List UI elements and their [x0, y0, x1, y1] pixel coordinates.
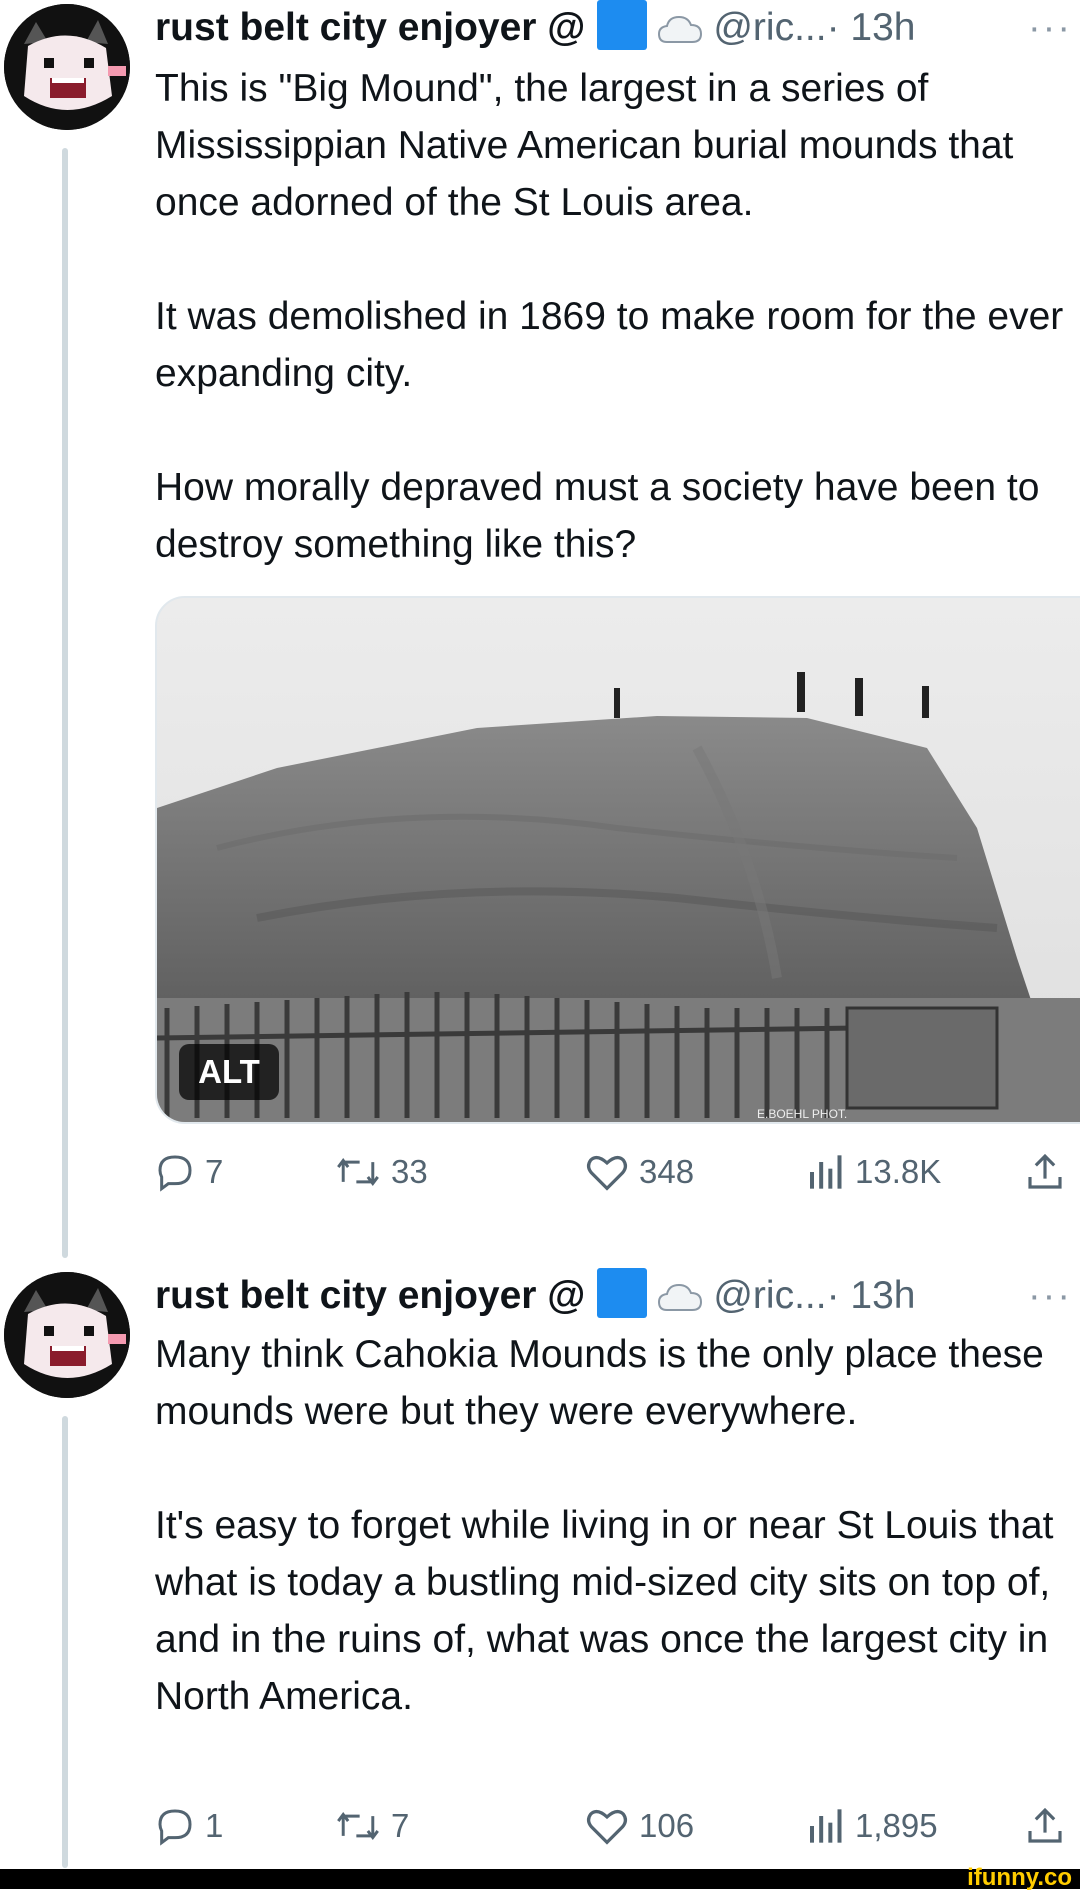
views-icon — [810, 1809, 842, 1843]
cloud-icon — [657, 6, 703, 62]
share-button[interactable] — [1025, 1142, 1065, 1202]
watermark-bar — [0, 1869, 1080, 1889]
view-count: 1,895 — [855, 1807, 938, 1844]
repost-button[interactable]: 33 — [335, 1142, 428, 1202]
tweet-text: This is "Big Mound", the largest in a se… — [155, 60, 1065, 573]
tweet-paragraph: It's easy to forget while living in or n… — [155, 1504, 1054, 1718]
thread-line — [62, 148, 68, 1258]
repost-icon — [337, 1812, 379, 1840]
more-options-icon[interactable]: ··· — [1028, 0, 1072, 56]
views-button[interactable]: 13.8K — [805, 1142, 941, 1202]
blue-square-icon — [597, 1268, 648, 1318]
tweet-paragraph: Many think Cahokia Mounds is the only pl… — [155, 1333, 1044, 1433]
like-button[interactable]: 106 — [585, 1796, 694, 1856]
watermark: ifunny.co — [967, 1864, 1072, 1891]
timestamp[interactable]: · 13h — [827, 1274, 916, 1317]
tweet-paragraph: How morally depraved must a society have… — [155, 466, 1040, 566]
repost-button[interactable]: 7 — [335, 1796, 409, 1856]
photo-caption: E.BOEHL PHOT. — [757, 1107, 847, 1121]
reply-button[interactable]: 7 — [155, 1142, 223, 1202]
thread-line — [62, 1416, 68, 1868]
author-name[interactable]: rust belt city enjoyer @ — [155, 1274, 585, 1317]
tweet-paragraph: It was demolished in 1869 to make room f… — [155, 295, 1064, 395]
cloud-icon — [657, 1274, 703, 1330]
more-options-icon[interactable]: ··· — [1028, 1268, 1072, 1324]
heart-icon — [586, 1809, 628, 1845]
repost-count: 7 — [391, 1807, 410, 1844]
tweet-paragraph: This is "Big Mound", the largest in a se… — [155, 67, 1014, 224]
reply-icon — [158, 1155, 192, 1192]
repost-icon — [337, 1158, 379, 1186]
tweet-photo[interactable]: E.BOEHL PHOT. ALT — [155, 596, 1080, 1124]
like-count: 348 — [639, 1153, 695, 1190]
reply-count: 1 — [205, 1807, 224, 1844]
share-button[interactable] — [1025, 1796, 1065, 1856]
blue-square-icon — [597, 0, 648, 50]
like-button[interactable]: 348 — [585, 1142, 694, 1202]
view-count: 13.8K — [855, 1153, 942, 1190]
action-bar: 1 7 106 1,895 — [155, 1796, 1062, 1856]
author-name[interactable]: rust belt city enjoyer @ — [155, 6, 585, 49]
reply-count: 7 — [205, 1153, 224, 1190]
repost-count: 33 — [391, 1153, 428, 1190]
alt-text-button[interactable]: ALT — [179, 1044, 279, 1100]
heart-icon — [586, 1155, 628, 1191]
like-count: 106 — [639, 1807, 695, 1844]
action-bar: 7 33 348 13.8K — [155, 1142, 1062, 1202]
views-button[interactable]: 1,895 — [805, 1796, 938, 1856]
share-icon — [1028, 1153, 1062, 1189]
tweet-header: rust belt city enjoyer @ @ric...· 13h ··· — [155, 0, 1080, 60]
views-icon — [810, 1155, 842, 1189]
avatar[interactable] — [4, 1272, 130, 1398]
mound-photo: E.BOEHL PHOT. — [157, 598, 1080, 1122]
author-handle[interactable]: @ric... — [713, 1274, 826, 1317]
timestamp[interactable]: · 13h — [827, 6, 916, 49]
tweet-header: rust belt city enjoyer @ @ric...· 13h ··· — [155, 1268, 1080, 1328]
reply-icon — [158, 1809, 192, 1846]
avatar[interactable] — [4, 4, 130, 130]
author-handle[interactable]: @ric... — [713, 6, 826, 49]
reply-button[interactable]: 1 — [155, 1796, 223, 1856]
share-icon — [1028, 1807, 1062, 1843]
tweet-text: Many think Cahokia Mounds is the only pl… — [155, 1326, 1065, 1725]
